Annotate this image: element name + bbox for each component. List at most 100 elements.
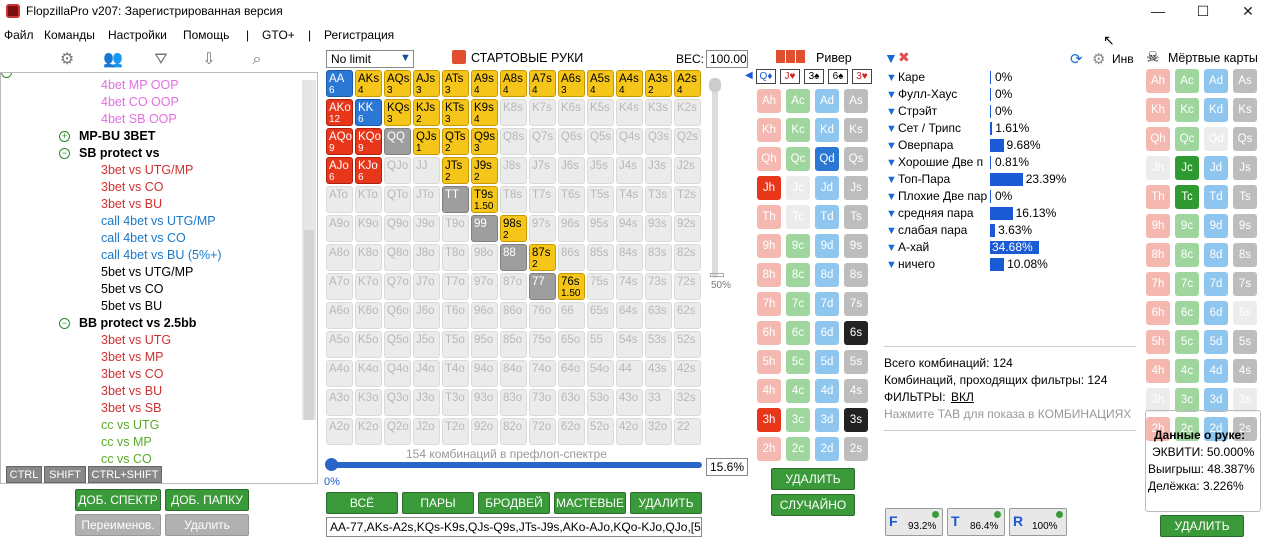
river-card[interactable]: 7h — [757, 292, 781, 316]
river-card[interactable]: Ks — [844, 118, 868, 142]
weight-slider-knob[interactable] — [709, 78, 721, 92]
river-card[interactable]: 9d — [815, 234, 839, 258]
hand-cell[interactable]: 83o — [500, 389, 527, 416]
dead-card[interactable]: Qd — [1204, 127, 1228, 151]
hand-cell[interactable]: T8o — [442, 244, 469, 271]
hand-cell[interactable]: 88 — [500, 244, 527, 271]
dead-card[interactable]: 6c — [1175, 301, 1199, 325]
hand-cell[interactable]: 44 — [616, 360, 643, 387]
filter-funnel-icon[interactable]: ▼ — [886, 121, 897, 138]
hand-cell[interactable]: KTo — [355, 186, 382, 213]
ctrl-button[interactable]: CTRL — [6, 466, 42, 483]
dead-card[interactable]: Qh — [1146, 127, 1170, 151]
collapse-icon[interactable]: − — [1, 73, 12, 78]
hand-cell[interactable]: QJo — [384, 157, 411, 184]
river-card[interactable]: 4h — [757, 379, 781, 403]
expand-icon[interactable]: + — [59, 131, 70, 142]
tree-delete-button[interactable]: Удалить — [165, 514, 249, 536]
hand-cell[interactable]: 63o — [558, 389, 585, 416]
river-card[interactable]: 2c — [786, 437, 810, 461]
filter-funnel-icon[interactable]: ▼ — [886, 138, 897, 155]
range-percent-slider[interactable] — [326, 462, 702, 468]
dead-card[interactable]: 6s — [1233, 301, 1257, 325]
dead-card[interactable]: 4h — [1146, 359, 1170, 383]
hand-cell[interactable]: Q6o — [384, 302, 411, 329]
river-card[interactable]: 8d — [815, 263, 839, 287]
hand-cell[interactable]: K8o — [355, 244, 382, 271]
hand-cell[interactable]: Q2s — [674, 128, 701, 155]
hand-cell[interactable]: K5s — [587, 99, 614, 126]
hand-cell[interactable]: A6o — [326, 302, 353, 329]
tree-scrollbar-thumb[interactable] — [304, 230, 314, 420]
dead-card[interactable]: 7s — [1233, 272, 1257, 296]
hand-cell[interactable]: 96s — [558, 215, 585, 242]
hand-cell[interactable]: AJs 3 — [413, 70, 440, 97]
filter-add-icon[interactable]: ⛛ — [150, 50, 172, 70]
filter-funnel-icon[interactable]: ▼ — [886, 70, 897, 87]
stat-row[interactable]: ▼Топ-Пара — [886, 171, 950, 188]
tree-item[interactable]: 4bet MP OOP — [101, 77, 179, 94]
hand-cell[interactable]: 87o — [500, 273, 527, 300]
hand-cell[interactable]: 42s — [674, 360, 701, 387]
hand-cell[interactable]: T4o — [442, 360, 469, 387]
hand-cell[interactable]: AJo 6 — [326, 157, 353, 184]
hand-cell[interactable]: T3s — [645, 186, 672, 213]
river-card[interactable]: 7s — [844, 292, 868, 316]
hand-cell[interactable]: 42o — [616, 418, 643, 445]
river-card[interactable]: Th — [757, 205, 781, 229]
hand-cell[interactable]: 85o — [500, 331, 527, 358]
hand-cell[interactable]: Q9s 3 — [471, 128, 498, 155]
river-card[interactable]: Kd — [815, 118, 839, 142]
hand-cell[interactable]: 65s — [587, 302, 614, 329]
hand-cell[interactable]: 97s — [529, 215, 556, 242]
menu-registration[interactable]: Регистрация — [324, 28, 394, 42]
hand-cell[interactable]: 33 — [645, 389, 672, 416]
clear-filter-icon[interactable]: ✖ — [898, 49, 910, 66]
hand-cell[interactable]: T2o — [442, 418, 469, 445]
hand-cell[interactable]: KTs 3 — [442, 99, 469, 126]
river-card[interactable]: 9s — [844, 234, 868, 258]
river-card[interactable]: 5c — [786, 350, 810, 374]
hand-cell[interactable]: A3s 2 — [645, 70, 672, 97]
river-card[interactable]: Qd — [815, 147, 839, 171]
dead-card[interactable]: Ad — [1204, 69, 1228, 93]
hand-cell[interactable]: 74s — [616, 273, 643, 300]
dead-card[interactable]: 5c — [1175, 330, 1199, 354]
board-card[interactable]: 6♠ — [828, 69, 848, 84]
hand-cell[interactable]: Q5s — [587, 128, 614, 155]
collapse-icon[interactable]: − — [59, 148, 70, 159]
broadway-button[interactable]: БРОДВЕЙ — [478, 492, 550, 514]
river-card[interactable]: 9h — [757, 234, 781, 258]
river-card[interactable]: As — [844, 89, 868, 113]
refresh-icon[interactable]: ⟳ — [1070, 50, 1083, 68]
quick-filter-button[interactable]: F 93.2% — [885, 508, 943, 536]
menu-settings[interactable]: Настройки — [108, 28, 167, 42]
board-card[interactable]: 3♥ — [852, 69, 872, 84]
hand-cell[interactable]: 82s — [674, 244, 701, 271]
range-text-input[interactable]: AA-77,AKs-A2s,KQs-K9s,QJs-Q9s,JTs-J9s,AK… — [326, 517, 702, 537]
dead-card[interactable]: Jd — [1204, 156, 1228, 180]
hand-cell[interactable]: T9o — [442, 215, 469, 242]
hand-cell[interactable]: A9s 4 — [471, 70, 498, 97]
hand-cell[interactable]: 52s — [674, 331, 701, 358]
tree-item[interactable]: call 4bet vs UTG/MP — [101, 213, 216, 230]
ctrl-shift-button[interactable]: CTRL+SHIFT — [88, 466, 162, 483]
river-card[interactable]: 9c — [786, 234, 810, 258]
hand-cell[interactable]: 72o — [529, 418, 556, 445]
tree-item[interactable]: 3bet vs BU — [101, 383, 162, 400]
dead-card[interactable]: 3s — [1233, 388, 1257, 412]
range-tree[interactable]: − 4bet MP OOP 4bet CO OOP 4bet SB OOP + MP-B… — [0, 72, 318, 484]
rename-button[interactable]: Переименов. — [75, 514, 161, 536]
hand-cell[interactable]: K9o — [355, 215, 382, 242]
hand-cell[interactable]: 55 — [587, 331, 614, 358]
hand-cell[interactable]: 95o — [471, 331, 498, 358]
hand-cell[interactable]: 92s — [674, 215, 701, 242]
river-card[interactable]: Ad — [815, 89, 839, 113]
menu-commands[interactable]: Команды — [44, 28, 95, 42]
hand-cell[interactable]: TT — [442, 186, 469, 213]
river-card[interactable]: Kh — [757, 118, 781, 142]
filters-toggle[interactable]: ВКЛ — [951, 390, 974, 404]
hand-cell[interactable]: Q5o — [384, 331, 411, 358]
hand-cell[interactable]: Q3s — [645, 128, 672, 155]
hand-cell[interactable]: J5o — [413, 331, 440, 358]
